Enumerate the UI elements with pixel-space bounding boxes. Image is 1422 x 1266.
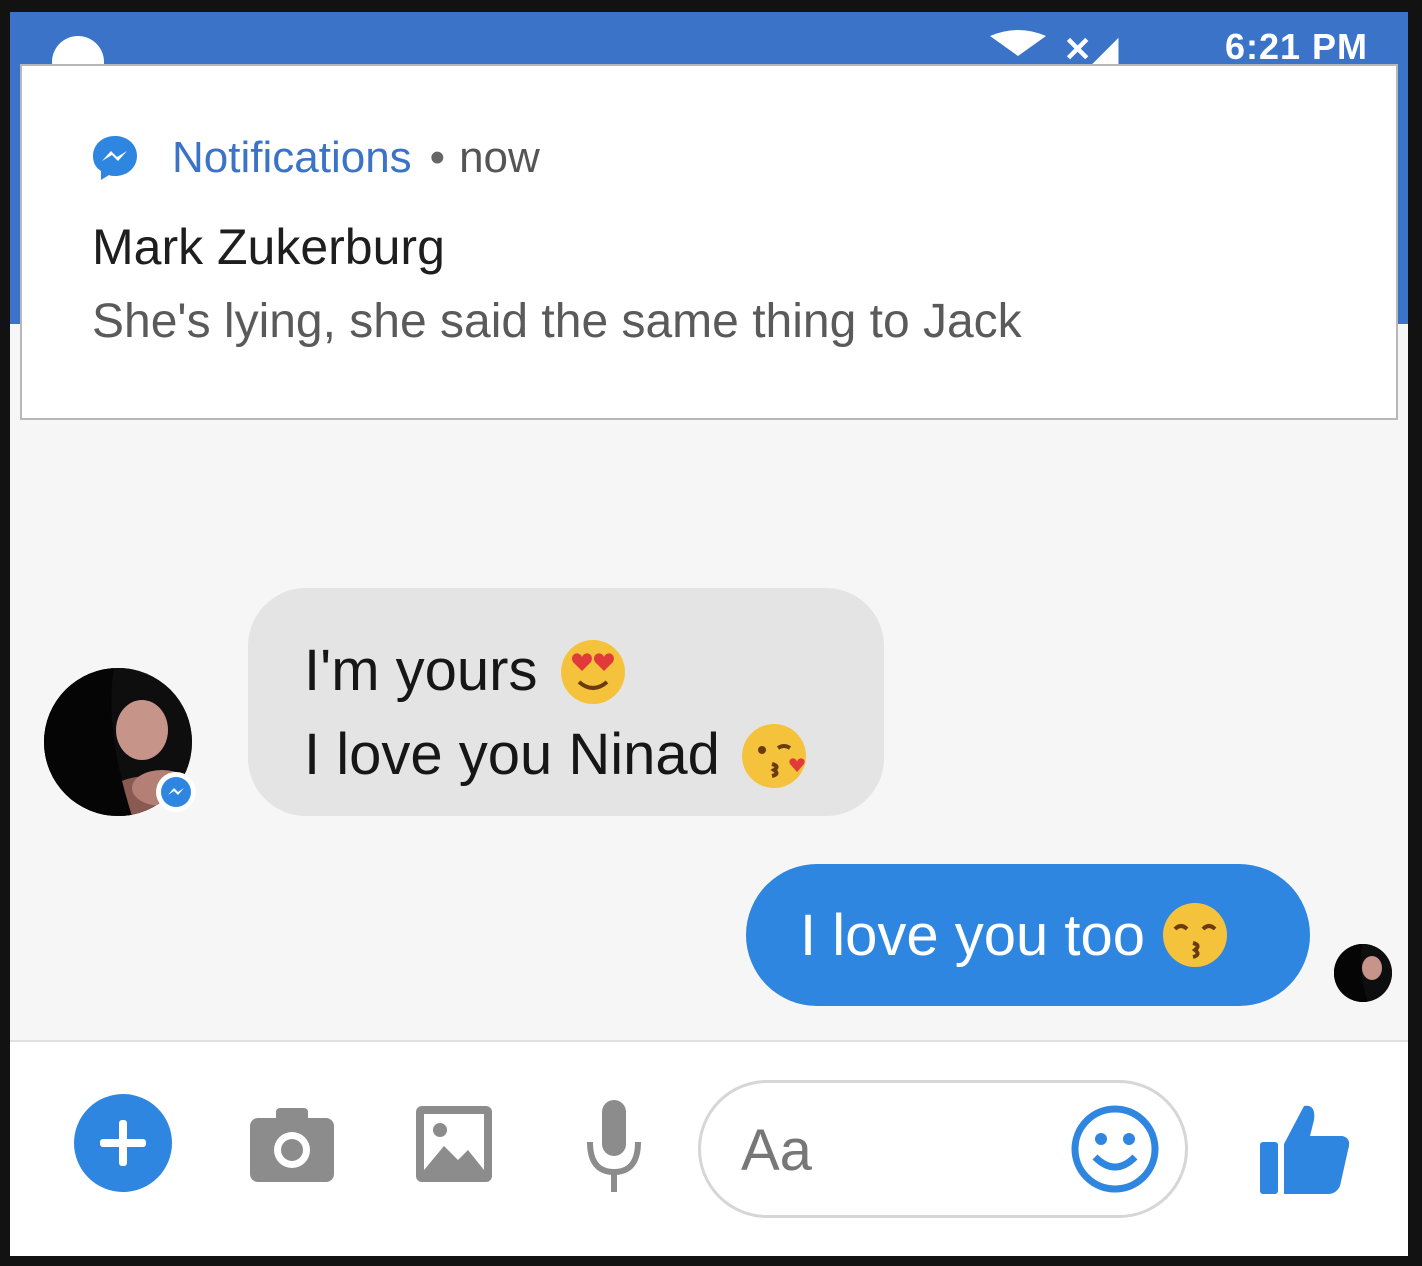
composer-bar: Aa <box>10 1042 1408 1256</box>
incoming-message-text: I'm yours <box>304 637 538 703</box>
seen-avatar <box>1334 944 1392 1002</box>
wifi-icon <box>990 30 1046 56</box>
incoming-message-text: I love you Ninad <box>304 721 720 787</box>
plus-button[interactable] <box>74 1094 172 1192</box>
plus-icon <box>100 1120 146 1166</box>
messenger-icon <box>93 136 137 180</box>
notification-card[interactable]: Notifications • now Mark Zukerburg She's… <box>20 64 1398 420</box>
notification-title: Mark Zukerburg <box>92 219 445 275</box>
microphone-icon[interactable] <box>584 1100 644 1196</box>
camera-icon[interactable] <box>250 1106 334 1182</box>
message-input[interactable] <box>731 1103 1055 1195</box>
incoming-message-bubble[interactable]: I'm yours I love you Ninad <box>248 588 884 816</box>
kissing-heart-emoji <box>741 724 806 788</box>
incoming-message-line: I'm yours <box>304 628 884 712</box>
notification-body: She's lying, she said the same thing to … <box>92 295 1022 348</box>
heart-eyes-emoji <box>561 640 626 704</box>
thumbs-up-icon[interactable] <box>1260 1102 1350 1196</box>
outgoing-message-bubble[interactable]: I love you too <box>746 864 1310 1006</box>
notification-separator: • <box>429 133 446 182</box>
kissing-closed-eyes-emoji <box>1163 903 1227 967</box>
status-clock: 6:21 PM <box>1224 26 1368 67</box>
notification-header: Notifications • now <box>90 130 540 186</box>
outgoing-message-text: I love you too <box>800 902 1145 968</box>
gallery-icon[interactable] <box>416 1106 492 1182</box>
smiley-icon[interactable] <box>1069 1103 1161 1195</box>
notification-time: now <box>459 133 540 182</box>
notification-app-name: Notifications <box>172 133 412 182</box>
incoming-message-line: I love you Ninad <box>304 712 884 796</box>
messenger-screen: ✕◢ 6:21 PM Notifications • now Mark Zuke… <box>10 12 1408 1256</box>
messenger-badge-icon <box>156 772 196 812</box>
message-input-box[interactable]: Aa <box>698 1080 1188 1218</box>
